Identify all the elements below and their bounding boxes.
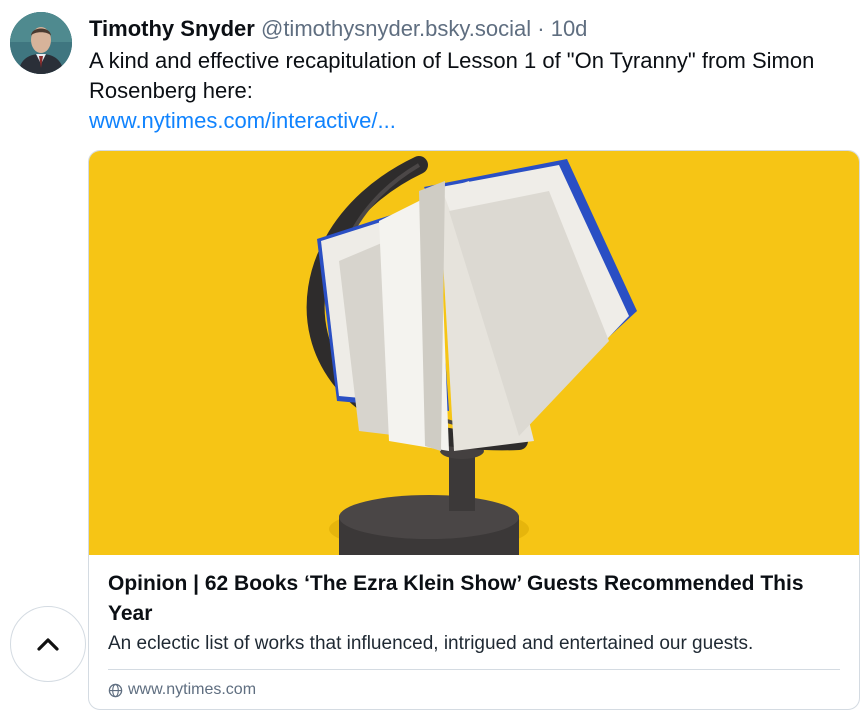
chevron-up-icon (37, 638, 59, 651)
post-time[interactable]: 10d (551, 16, 588, 41)
card-domain-text: www.nytimes.com (128, 681, 257, 698)
card-domain: www.nytimes.com (108, 679, 256, 701)
author-handle[interactable]: @timothysnyder.bsky.social (261, 16, 531, 41)
post-link[interactable]: www.nytimes.com/interactive/... (89, 106, 396, 136)
post-header: Timothy Snyder @timothysnyder.bsky.socia… (89, 14, 587, 44)
card-description: An eclectic list of works that influence… (108, 633, 754, 654)
post-text: A kind and effective recapitulation of L… (89, 48, 815, 103)
link-preview-card[interactable]: Opinion | 62 Books ‘The Ezra Klein Show’… (88, 150, 860, 710)
author-name[interactable]: Timothy Snyder (89, 16, 255, 41)
scroll-to-top-button[interactable] (10, 606, 86, 682)
card-title[interactable]: Opinion | 62 Books ‘The Ezra Klein Show’… (108, 569, 838, 629)
card-divider (108, 669, 840, 670)
globe-icon (108, 683, 123, 697)
separator-dot: · (537, 16, 545, 41)
book-on-globe-stand-image (89, 151, 859, 555)
avatar[interactable] (10, 12, 72, 74)
